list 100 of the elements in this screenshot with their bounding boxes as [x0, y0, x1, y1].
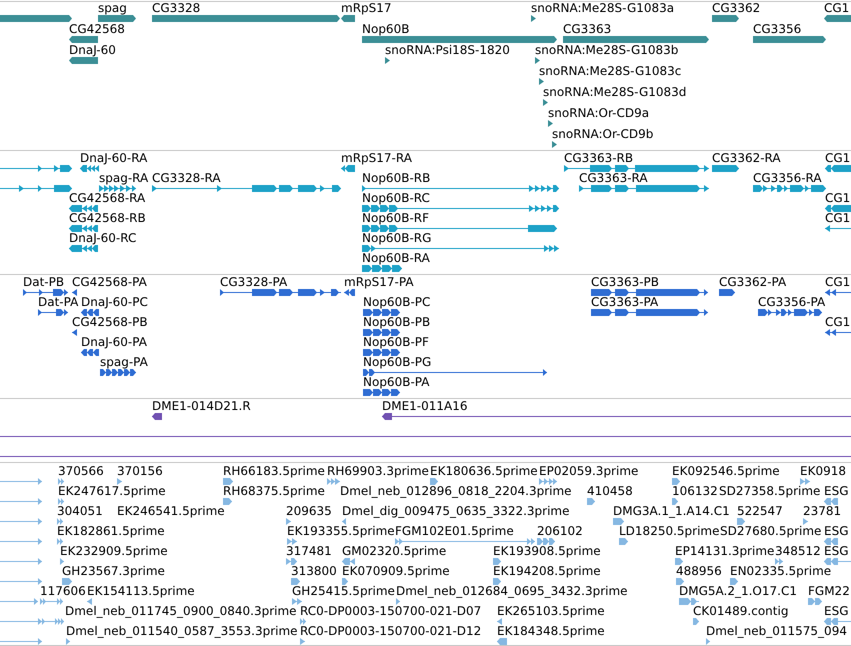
est-label: EN02335.5prime	[730, 565, 832, 578]
transcript-label: CG3363-RB	[564, 152, 634, 165]
protein-label: CG1	[825, 316, 850, 329]
transcript-label: DnaJ-60-RC	[69, 232, 136, 245]
est-label: FGM102E01.5prime	[395, 525, 514, 538]
protein-label: Dat-PB	[23, 276, 64, 289]
est-label: EK247617.5prime	[58, 485, 166, 498]
est-label: SD27358.5prime	[719, 485, 820, 498]
est-label: EK184348.5prime	[497, 625, 605, 638]
est-label: 206102	[537, 525, 583, 538]
est-label: EK182861.5prime	[57, 525, 165, 538]
transcript-label: Nop60B-RC	[362, 192, 430, 205]
protein-label: Nop60B-PB	[363, 316, 430, 329]
est-label: 348512	[775, 545, 821, 558]
est-label: GH25415.5prime	[292, 585, 395, 598]
est-label: EK193908.5prime	[493, 545, 601, 558]
transcript-label: CG42568-RA	[69, 192, 146, 205]
transcript-label: Nop60B-RA	[362, 252, 430, 265]
protein-label: Nop60B-PG	[363, 356, 432, 369]
protein-label: CG3328-PA	[220, 276, 288, 289]
gene-label: snoRNA:Or-CD9a	[548, 107, 650, 120]
protein-label: mRpS17-PA	[344, 276, 414, 289]
est-label: 313800	[291, 565, 337, 578]
est-label: LD18250.5prime	[619, 525, 720, 538]
protein-label: Nop60B-PC	[363, 296, 430, 309]
gene-label: snoRNA:Or-CD9b	[552, 128, 654, 141]
est-label: EP14131.3prime	[675, 545, 774, 558]
clone-label: DME1-011A16	[382, 400, 468, 413]
est-label: EK180636.5prime	[430, 465, 538, 478]
transcript-label: Nop60B-RB	[362, 172, 430, 185]
clone-label: DME1-014D21.R	[152, 400, 251, 413]
est-label: Dmel_dig_009475_0635_3322.3prime	[342, 505, 570, 518]
est-label: ESG	[824, 525, 848, 538]
est-label: EK193355.5prime	[287, 525, 395, 538]
gene-label: CG3356	[753, 23, 802, 36]
est-label: FGM22	[808, 585, 850, 598]
est-label: RH66183.5prime	[223, 465, 325, 478]
transcript-label: mRpS17-RA	[341, 152, 412, 165]
est-label: RC0-DP0003-150700-021-D07	[300, 605, 482, 618]
est-label: 410458	[587, 485, 633, 498]
protein-label: CG1	[825, 276, 850, 289]
gene-label: CG1	[824, 2, 850, 15]
gene-label: snoRNA:Me28S-G1083c	[539, 65, 682, 78]
protein-label: CG3363-PA	[591, 296, 658, 309]
transcript-label: Nop60B-RG	[362, 232, 432, 245]
transcript-label: CG1	[825, 152, 850, 165]
est-label: Dmel_neb_011540_0587_3553.3prime	[66, 625, 298, 638]
transcript-label: CG42568-RB	[69, 212, 146, 225]
gene-label: spag	[98, 2, 127, 15]
transcript-label: CG3356-RA	[753, 172, 822, 185]
protein-label: CG3356-PA	[758, 296, 826, 309]
gene-label: CG3328	[152, 2, 200, 15]
transcript-label: spag-RA	[99, 172, 148, 185]
protein-label: DnaJ-60-PA	[81, 336, 147, 349]
est-label: RH69903.3prime	[327, 465, 429, 478]
gene-label: Nop60B	[362, 23, 410, 36]
gene-label: snoRNA:Me28S-G1083b	[535, 44, 678, 57]
transcript-label: DnaJ-60-RA	[80, 152, 148, 165]
est-label: ESG	[824, 545, 848, 558]
protein-label: CG42568-PA	[72, 276, 147, 289]
est-label: EK194208.5prime	[493, 565, 601, 578]
protein-label: spag-PA	[100, 356, 148, 369]
est-label: SD27680.5prime	[720, 525, 822, 538]
transcript-label: CG3363-RA	[579, 172, 648, 185]
est-label: EK232909.5prime	[60, 545, 168, 558]
est-label: 488956	[676, 565, 722, 578]
gene-label: CG3362	[712, 2, 760, 15]
est-label: 117606	[40, 585, 86, 598]
gene-label: DnaJ-60	[69, 44, 116, 57]
est-label: EK246541.5prime	[117, 505, 225, 518]
est-label: 106132	[672, 485, 718, 498]
gene-label: mRpS17	[341, 2, 392, 15]
est-label: CK01489.contig	[693, 605, 788, 618]
transcript-label: CG3328-RA	[152, 172, 221, 185]
est-label: RC0-DP0003-150700-021-D12	[300, 625, 482, 638]
protein-label: DnaJ-60-PC	[81, 296, 148, 309]
protein-label: Nop60B-PA	[363, 376, 430, 389]
est-label: EK070909.5prime	[342, 565, 450, 578]
est-label: EP02059.3prime	[539, 465, 638, 478]
est-label: Dmel_neb_012896_0818_2204.3prime	[340, 485, 572, 498]
est-label: 317481	[286, 545, 332, 558]
transcript-label: CG1	[825, 212, 850, 225]
est-label: RH68375.5prime	[223, 485, 325, 498]
est-label: GH23567.3prime	[62, 565, 165, 578]
est-label: DMG5A.2_1.O17.C1	[679, 585, 797, 598]
transcript-label: CG1	[825, 192, 850, 205]
est-label: EK0918	[800, 465, 846, 478]
est-label: EK092546.5prime	[672, 465, 780, 478]
est-label: GM02320.5prime	[342, 545, 446, 558]
est-label: Dmel_neb_011575_094	[706, 625, 847, 638]
est-label: EK265103.5prime	[497, 605, 605, 618]
gene-label: snoRNA:Me28S-G1083d	[543, 86, 686, 99]
est-label: 370566	[58, 465, 104, 478]
gene-label: snoRNA:Me28S-G1083a	[531, 2, 674, 15]
transcript-label: CG3362-RA	[712, 152, 781, 165]
est-label: 23781	[803, 505, 842, 518]
est-label: ESG	[824, 605, 848, 618]
est-label: 209635	[286, 505, 332, 518]
protein-label: CG3363-PB	[591, 276, 660, 289]
protein-label: CG3362-PA	[719, 276, 786, 289]
